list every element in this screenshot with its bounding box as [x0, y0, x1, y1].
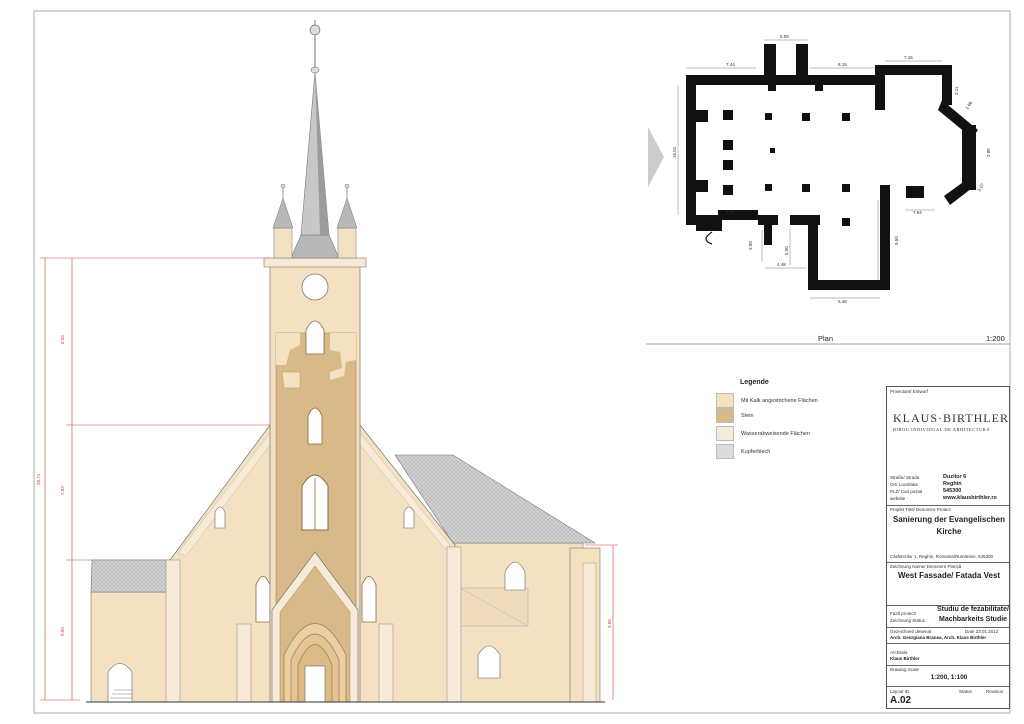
website-value: www.klausbirthler.ro [943, 495, 997, 501]
drawing-sheet: 8.93 7.83 9.00 28.71 9.88 5.10 [0, 0, 1024, 724]
legend-item-copper: Kupferblech [716, 444, 770, 459]
drawn-date: Date 23.01.2012 [965, 629, 999, 634]
legend-swatch-waterproof [716, 426, 734, 441]
studio-logo-subtitle: BIROU INDIVIDUAL DE ARHITECTURĂ [893, 427, 990, 432]
legend-label-waterproof: Wasserabweisende Flächen [741, 430, 810, 437]
height-label-total: 28.71 [36, 473, 41, 485]
plan-dim-5: 3.11 [954, 86, 959, 95]
plan-dim-13: 4.48 [777, 262, 786, 267]
plan-dim-3: 8.15 [838, 62, 847, 67]
legend-swatch-stone [716, 408, 734, 423]
plan-dim-12: 5.50 [784, 246, 789, 255]
scale-label: Drawing Scale [890, 667, 920, 672]
drawn-by: Arch. Georgiana Branea, Arch. Klaus Birt… [890, 635, 987, 640]
plan-label: Plan [818, 334, 833, 343]
drawing-scale: 1:200, 1:100 [930, 674, 968, 681]
height-label-3: 9.00 [60, 627, 65, 636]
west-facade-elevation: 8.93 7.83 9.00 28.71 9.88 5.10 [36, 20, 618, 703]
phase-label-1: Fază proiect/ [890, 611, 917, 616]
phase-line-1: Studiu de fezabilitate/ [937, 606, 1009, 613]
legend-label-copper: Kupferblech [741, 448, 771, 455]
legend-swatch-copper [716, 444, 734, 459]
phase-line-2: Machbarkeits Studie [939, 616, 1008, 623]
legend-item-waterproof: Wasserabweisende Flächen [716, 426, 810, 441]
layout-label: Layout ID [890, 689, 910, 694]
city-value: Reghin [943, 481, 962, 487]
plan-dim-11: 3.90 [748, 241, 753, 250]
height-label-right: 9.88 [607, 619, 612, 628]
legend-label-lime: Mit Kalk angestrichene Flächen [741, 397, 818, 404]
plan-dim-8: 3.07 [977, 182, 986, 193]
plan-dim-15: 16.01 [672, 146, 677, 158]
height-label-1: 8.93 [60, 335, 65, 344]
plan-scale: 1:200 [986, 334, 1005, 343]
project-address: Cărămizilor 1, Reghin, Romania/Rumänien,… [890, 554, 994, 559]
city-label: Ort/ Localitate [890, 482, 919, 487]
legend-item-stone: Stein [716, 408, 754, 423]
project-title-line1: Sanierung der Evangelischen [892, 515, 1006, 524]
plan-dim-9: 7.64 [913, 210, 922, 215]
plan-dim-6: 2.66 [965, 100, 974, 111]
project-title-line2: Kirche [936, 527, 962, 536]
architect-name: Klaus Birthler [890, 656, 920, 661]
project-label: Projekt Titel/ Denumire Proiect [890, 507, 951, 512]
plan-dim-14: 5.48 [838, 299, 847, 304]
drawing-label: Zeichnung Name/ Denumire Planșă [890, 564, 962, 569]
plan-dim-16: 1.24 [726, 209, 735, 214]
architect-label: Architekt [890, 650, 908, 655]
legend-swatch-lime [716, 393, 734, 408]
north-arrow-icon [648, 127, 664, 187]
legend-item-lime: Mit Kalk angestrichene Flächen [716, 393, 818, 408]
phase-label-2: Zeichnung Status [890, 618, 926, 623]
plan-dim-7: 2.85 [986, 148, 991, 157]
plan-dim-1: 5.09 [780, 34, 789, 39]
street-value: Duzilor 6 [943, 474, 967, 480]
layout-id: A.02 [890, 695, 912, 706]
drawing-canvas: 8.93 7.83 9.00 28.71 9.88 5.10 [33, 10, 1011, 714]
title-block: Proiectant/ Entwurf KLAUS·BIRTHLER BIROU… [886, 386, 1010, 709]
legend-label-stone: Stein [741, 412, 754, 419]
legend-title: Legende [740, 379, 769, 386]
postal-label: PLZ/ Cod poștal [890, 489, 923, 494]
status-label: Status [959, 689, 972, 694]
height-label-2: 7.83 [60, 486, 65, 495]
drawing-name: West Fassade/ Fatada Vest [897, 571, 1001, 580]
drawn-label: Gezeichnet/ desenat [890, 629, 932, 634]
floor-plan: 5.09 7.44 8.15 7.15 3.11 2.66 2.85 3.07 … [646, 34, 1010, 345]
studio-logo: KLAUS·BIRTHLER [893, 411, 1009, 425]
website-label: website [890, 496, 906, 501]
plan-dim-4: 7.15 [904, 55, 913, 60]
revision-label: Revision [986, 689, 1004, 694]
plan-dim-2: 7.44 [726, 62, 735, 67]
street-label: Straße/ Strada [890, 475, 920, 480]
plan-dim-10: 9.50 [894, 236, 899, 245]
postal-value: 545300 [943, 488, 962, 494]
designer-label: Proiectant/ Entwurf [890, 389, 929, 394]
